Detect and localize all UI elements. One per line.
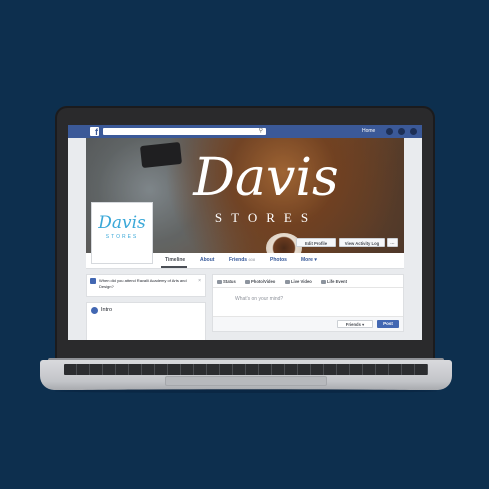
composer-divider: [213, 287, 403, 288]
laptop-shadow: [55, 389, 437, 393]
globe-icon[interactable]: [410, 128, 417, 135]
tab-more[interactable]: More ▾: [301, 257, 317, 263]
composer-footer: Friends ▾ Post: [213, 316, 403, 331]
more-options-button[interactable]: ···: [387, 238, 398, 247]
video-icon: [285, 279, 290, 284]
top-bar: f ⚲ Home: [68, 125, 422, 138]
pencil-icon: [217, 279, 222, 284]
cover-subtitle: STORES: [214, 210, 318, 225]
composer-tab-live-video[interactable]: Live Video: [285, 279, 312, 284]
messages-icon[interactable]: [398, 128, 405, 135]
active-tab-indicator: [161, 266, 187, 268]
intro-heading: Intro: [101, 307, 113, 313]
screen: f ⚲ Home Davis STORES Edit Profile View …: [68, 125, 422, 340]
facebook-logo[interactable]: f: [90, 127, 99, 137]
laptop-keyboard: [64, 364, 428, 375]
post-button[interactable]: Post: [377, 320, 399, 328]
composer-tab-photo-label: Photo/Video: [251, 279, 276, 284]
profile-picture-subtitle: STORES: [105, 234, 139, 240]
laptop-trackpad: [165, 376, 327, 386]
camera-icon: [245, 279, 250, 284]
search-input[interactable]: ⚲: [103, 128, 266, 135]
phone-image: [139, 141, 183, 169]
composer-tab-photo-video[interactable]: Photo/Video: [245, 279, 275, 284]
tab-about[interactable]: About: [200, 257, 214, 263]
pencil-icon: [90, 278, 96, 284]
profile-picture-title: Davis: [98, 213, 146, 233]
edit-profile-button[interactable]: Edit Profile: [296, 238, 336, 247]
tab-friends-label: Friends: [229, 257, 248, 263]
tab-friends[interactable]: Friends 608: [229, 257, 255, 263]
composer-tab-live-label: Live Video: [291, 279, 312, 284]
post-composer: Status Photo/Video Live Video Life Event…: [212, 274, 404, 332]
profile-picture[interactable]: Davis STORES: [91, 202, 153, 264]
education-prompt-text[interactable]: When did you attend Ravalli Academy of A…: [99, 278, 197, 290]
globe-icon: [91, 307, 98, 314]
friends-count: 608: [248, 257, 256, 262]
audience-selector[interactable]: Friends ▾: [337, 320, 373, 328]
cover-title: Davis: [193, 148, 339, 208]
search-icon[interactable]: ⚲: [259, 128, 263, 135]
friends-icon[interactable]: [386, 128, 393, 135]
close-icon[interactable]: ×: [198, 278, 201, 284]
composer-tab-status[interactable]: Status: [217, 279, 236, 284]
composer-tab-life-event[interactable]: Life Event: [321, 279, 347, 284]
education-prompt-card: When did you attend Ravalli Academy of A…: [86, 274, 206, 297]
tab-timeline[interactable]: Timeline: [165, 257, 185, 263]
composer-tab-life-label: Life Event: [327, 279, 348, 284]
home-link[interactable]: Home: [362, 128, 375, 134]
composer-tab-status-label: Status: [223, 279, 236, 284]
view-activity-log-button[interactable]: View Activity Log: [339, 238, 385, 247]
tab-photos[interactable]: Photos: [270, 257, 287, 263]
flag-icon: [321, 279, 326, 284]
intro-card: Intro: [86, 302, 206, 340]
composer-input[interactable]: What's on your mind?: [235, 296, 283, 302]
